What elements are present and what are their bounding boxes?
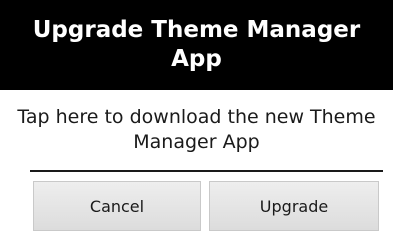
cancel-button[interactable]: Cancel [33,181,201,231]
dialog-message[interactable]: Tap here to download the new Theme Manag… [12,105,382,155]
upgrade-button[interactable]: Upgrade [209,181,379,231]
dialog-title-bar: Upgrade Theme Manager App [0,0,393,90]
dialog-button-row: Cancel Upgrade [0,172,393,242]
dialog-message-area[interactable]: Tap here to download the new Theme Manag… [0,90,393,170]
dialog-title: Upgrade Theme Manager App [32,17,361,72]
upgrade-dialog: Upgrade Theme Manager App Tap here to do… [0,0,393,242]
